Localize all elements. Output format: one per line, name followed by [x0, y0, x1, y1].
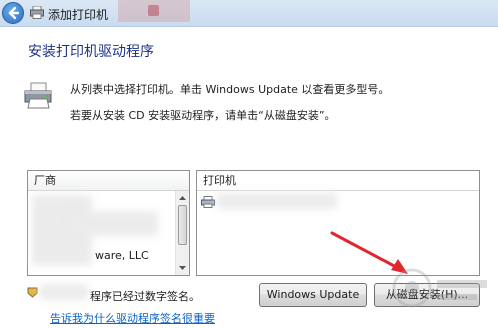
redacted-signature-prefix: [40, 284, 88, 300]
printer-small-icon: [30, 6, 44, 19]
redacted-printer-name: [217, 193, 337, 209]
watermark-icon: [392, 268, 487, 308]
instruction-text-1: 从列表中选择打印机。单击 Windows Update 以查看更多型号。: [70, 83, 390, 96]
close-icon: [148, 5, 159, 16]
manufacturer-list-header: 厂商: [28, 171, 189, 191]
close-button[interactable]: [118, 0, 190, 22]
scrollbar-thumb[interactable]: [178, 205, 187, 245]
title-bar: 添加打印机: [0, 0, 498, 27]
page-heading: 安装打印机驱动程序: [28, 44, 154, 60]
scroll-down-icon[interactable]: [178, 263, 187, 272]
redacted-items: [68, 211, 158, 236]
back-arrow-icon: [8, 6, 20, 20]
printer-list-header: 打印机: [197, 171, 479, 191]
windows-update-button[interactable]: Windows Update: [259, 283, 367, 307]
back-button[interactable]: [2, 2, 24, 24]
manufacturer-list[interactable]: 厂商 ware, LLC: [27, 170, 190, 276]
driver-signing-link[interactable]: 告诉我为什么驱动程序签名很重要: [50, 310, 215, 326]
digital-signature-text: 程序已经过数字签名。: [90, 290, 200, 303]
printer-item-icon: [201, 196, 215, 208]
scroll-up-icon[interactable]: [178, 194, 187, 203]
window-title: 添加打印机: [48, 8, 109, 22]
shield-icon: [27, 287, 38, 298]
manufacturer-scrollbar[interactable]: [175, 191, 189, 275]
instruction-text-2: 若要从安装 CD 安装驱动程序，请单击“从磁盘安装”。: [70, 109, 336, 122]
list-item[interactable]: ware, LLC: [95, 249, 149, 262]
printer-icon: [24, 82, 52, 109]
